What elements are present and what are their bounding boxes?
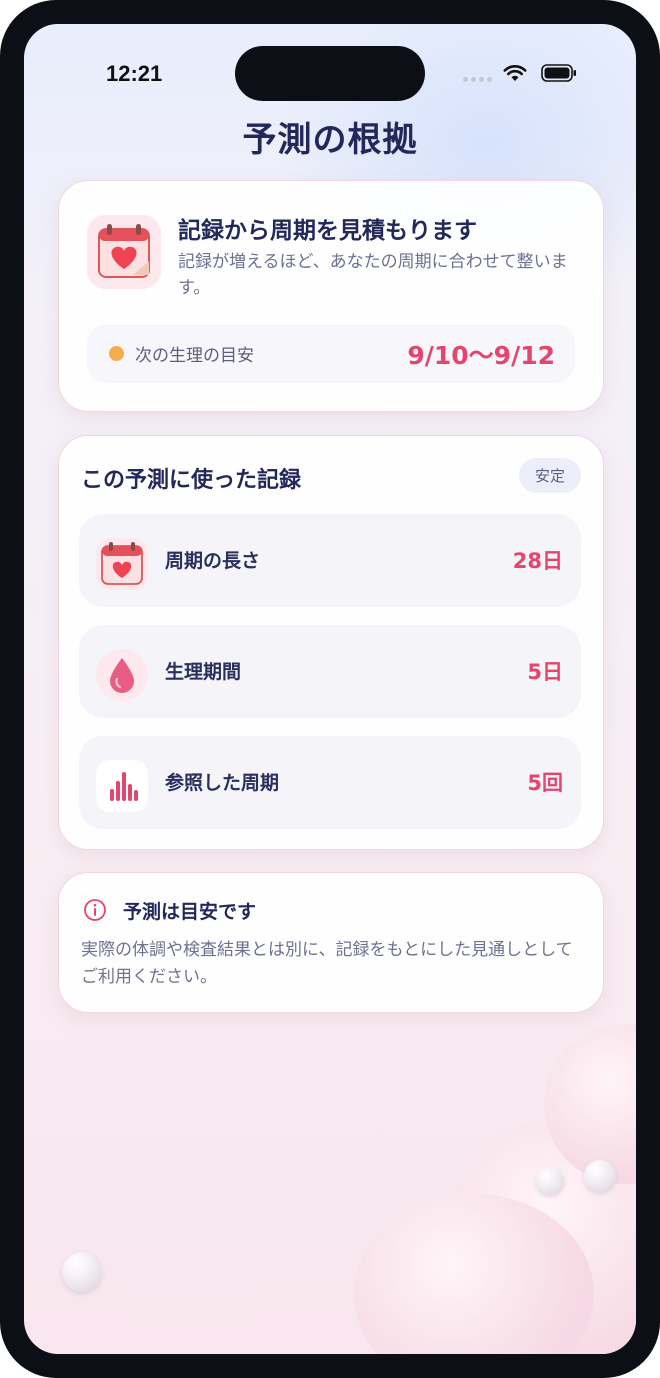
records-card: この予測に使った記録 安定 周期の長さ 28日 生理期間 5日 参照した周期 5…: [58, 435, 604, 850]
signal-icon: [463, 77, 492, 82]
status-badge: 安定: [518, 458, 581, 493]
records-title: この予測に使った記録: [81, 468, 302, 493]
pearl-decoration: [62, 1252, 102, 1292]
next-period-range: 9/10〜9/12: [407, 341, 555, 370]
record-label: 生理期間: [165, 661, 242, 683]
record-value: 5日: [527, 660, 563, 684]
next-period-row: 次の生理の目安 9/10〜9/12: [87, 324, 575, 383]
dynamic-island: [235, 46, 425, 101]
notice-card: 予測は目安です 実際の体調や検査結果とは別に、記録をもとにした見通しとしてご利用…: [58, 872, 604, 1013]
pearl-decoration: [584, 1160, 616, 1192]
notice-title: 予測は目安です: [123, 901, 257, 923]
info-icon: [84, 899, 106, 921]
status-dot: [109, 346, 124, 361]
record-label: 周期の長さ: [165, 550, 261, 572]
record-row-cycles-referenced[interactable]: 参照した周期 5回: [79, 736, 581, 829]
next-period-label: 次の生理の目安: [135, 346, 254, 366]
record-row-cycle-length[interactable]: 周期の長さ 28日: [79, 514, 581, 607]
record-value: 5回: [527, 771, 563, 795]
pearl-decoration: [536, 1167, 564, 1195]
notice-text: 実際の体調や検査結果とは別に、記録をもとにした見通しとしてご利用ください。: [81, 940, 573, 988]
status-time: 12:21: [106, 61, 163, 86]
record-row-period-length[interactable]: 生理期間 5日: [79, 625, 581, 718]
screen: 12:21 予測の根拠 記録から周期を見積もります 記録が増えるほど、あなたの周…: [24, 24, 636, 1354]
record-label: 参照した周期: [165, 772, 280, 794]
record-value: 28日: [512, 549, 563, 573]
drop-icon: [96, 649, 148, 701]
summary-title: 記録から周期を見積もります: [178, 218, 477, 244]
wifi-icon: [503, 65, 527, 81]
battery-icon: [541, 64, 576, 82]
summary-description: 記録が増えるほど、あなたの周期に合わせて整います。: [178, 252, 568, 299]
page-title: 予測の根拠: [242, 120, 418, 160]
bar-chart-icon: [96, 760, 148, 812]
calendar-heart-icon: [96, 538, 148, 590]
summary-card: 記録から周期を見積もります 記録が増えるほど、あなたの周期に合わせて整います。 …: [58, 180, 604, 412]
phone-frame: 12:21 予測の根拠 記録から周期を見積もります 記録が増えるほど、あなたの周…: [0, 0, 660, 1378]
calendar-heart-icon: [87, 215, 161, 289]
